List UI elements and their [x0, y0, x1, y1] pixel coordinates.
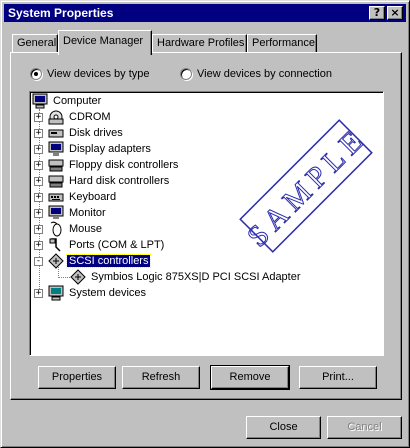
- tree-item-scsi-controllers[interactable]: SCSI controllers: [48, 253, 152, 269]
- expand-toggle[interactable]: +: [34, 129, 43, 138]
- expand-toggle[interactable]: +: [34, 145, 43, 154]
- tree-item-label: SCSI controllers: [65, 254, 152, 268]
- hard-disk-controller-icon: [48, 173, 64, 189]
- tree-item-label: Mouse: [69, 223, 103, 235]
- system-properties-window: System Properties ? × General Hardware P…: [0, 0, 410, 448]
- view-by-type-radio[interactable]: [30, 68, 42, 80]
- display-adapter-icon: [48, 141, 64, 157]
- tab-device-manager[interactable]: Device Manager: [58, 30, 152, 55]
- tab-general[interactable]: General: [12, 34, 58, 53]
- view-by-connection-radio[interactable]: [180, 68, 192, 80]
- tree-item-label: Hard disk controllers: [69, 175, 170, 187]
- tree-child-scsi-adapter[interactable]: Symbios Logic 875XS|D PCI SCSI Adapter: [70, 269, 303, 285]
- cdrom-icon: [48, 109, 64, 125]
- close-button[interactable]: Close: [246, 416, 321, 439]
- tree-root-computer[interactable]: Computer: [32, 93, 103, 109]
- expand-toggle[interactable]: +: [34, 113, 43, 122]
- close-window-button[interactable]: ×: [387, 6, 403, 20]
- scsi-controller-icon: [70, 269, 86, 285]
- expand-toggle[interactable]: +: [34, 177, 43, 186]
- tree-item-label: Display adapters: [69, 143, 151, 155]
- tree-item-monitor[interactable]: Monitor: [48, 205, 108, 221]
- view-by-type-label: View devices by type: [47, 68, 150, 80]
- expand-toggle[interactable]: +: [34, 225, 43, 234]
- scsi-controller-icon: [48, 253, 64, 269]
- tree-item-label: CDROM: [69, 111, 111, 123]
- print-button[interactable]: Print...: [299, 366, 377, 389]
- tree-item-display-adapters[interactable]: Display adapters: [48, 141, 153, 157]
- device-tree[interactable]: Computer CDROM + Disk drives + Display a…: [29, 91, 384, 356]
- expand-toggle[interactable]: +: [34, 193, 43, 202]
- computer-icon: [32, 93, 48, 109]
- cancel-button[interactable]: Cancel: [327, 416, 402, 439]
- tree-connector: [58, 277, 70, 278]
- tab-strip: General Hardware Profiles Performance De…: [10, 30, 402, 55]
- tree-item-label: Keyboard: [69, 191, 117, 203]
- system-device-icon: [48, 285, 64, 301]
- refresh-button[interactable]: Refresh: [122, 366, 200, 389]
- mouse-icon: [48, 221, 64, 237]
- floppy-controller-icon: [48, 157, 64, 173]
- view-by-type-option[interactable]: View devices by type: [30, 68, 150, 80]
- window-title: System Properties: [8, 6, 114, 20]
- remove-button[interactable]: Remove: [210, 365, 290, 390]
- tree-item-keyboard[interactable]: Keyboard: [48, 189, 118, 205]
- tree-item-label: Floppy disk controllers: [69, 159, 179, 171]
- monitor-icon: [48, 205, 64, 221]
- tree-item-system-devices[interactable]: System devices: [48, 285, 148, 301]
- port-icon: [48, 237, 64, 253]
- tree-item-label: Disk drives: [69, 127, 123, 139]
- keyboard-icon: [48, 189, 64, 205]
- expand-toggle[interactable]: +: [34, 209, 43, 218]
- expand-toggle[interactable]: +: [34, 241, 43, 250]
- expand-toggle[interactable]: +: [34, 289, 43, 298]
- collapse-toggle[interactable]: -: [34, 257, 43, 266]
- tree-child-label: Symbios Logic 875XS|D PCI SCSI Adapter: [91, 271, 301, 283]
- disk-drive-icon: [48, 125, 64, 141]
- tree-item-hard-disk-controllers[interactable]: Hard disk controllers: [48, 173, 171, 189]
- tree-item-cdrom[interactable]: CDROM: [48, 109, 113, 125]
- tree-item-mouse[interactable]: Mouse: [48, 221, 104, 237]
- expand-toggle[interactable]: +: [34, 161, 43, 170]
- tab-hardware-profiles[interactable]: Hardware Profiles: [152, 34, 247, 53]
- tree-item-disk-drives[interactable]: Disk drives: [48, 125, 125, 141]
- tree-root-label: Computer: [53, 95, 102, 107]
- tab-performance[interactable]: Performance: [247, 34, 317, 53]
- tree-item-label: Monitor: [69, 207, 106, 219]
- view-by-connection-option[interactable]: View devices by connection: [180, 68, 332, 80]
- view-by-connection-label: View devices by connection: [197, 68, 332, 80]
- help-button[interactable]: ?: [369, 6, 385, 20]
- tree-item-label: System devices: [69, 287, 147, 299]
- properties-button[interactable]: Properties: [38, 366, 116, 389]
- tree-item-ports[interactable]: Ports (COM & LPT): [48, 237, 166, 253]
- title-bar[interactable]: System Properties ? ×: [4, 4, 406, 22]
- tree-item-label: Ports (COM & LPT): [69, 239, 165, 251]
- tree-item-floppy-controllers[interactable]: Floppy disk controllers: [48, 157, 180, 173]
